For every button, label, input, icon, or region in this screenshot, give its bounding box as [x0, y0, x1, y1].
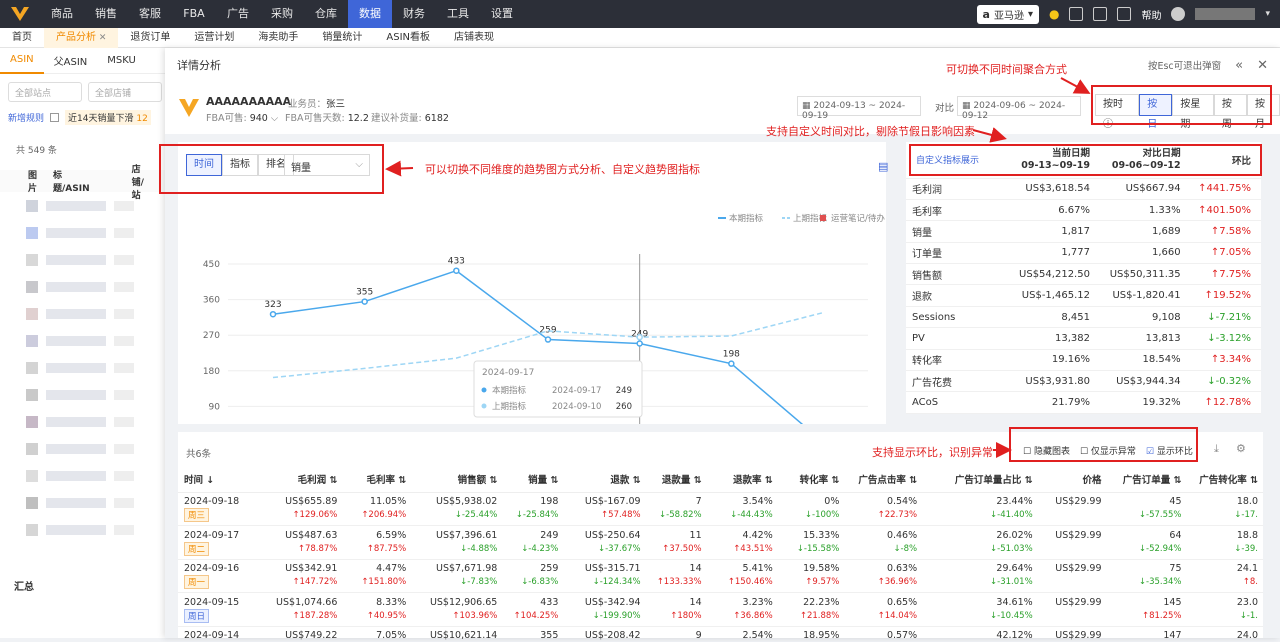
list-item[interactable] [0, 489, 170, 516]
list-item[interactable] [0, 435, 170, 462]
page-tab-1[interactable]: 产品分析 ✕ [44, 27, 119, 48]
grid-icon[interactable] [50, 113, 60, 122]
nav-item-3[interactable]: FBA [172, 0, 216, 28]
nav-item-0[interactable]: 商品 [40, 0, 84, 28]
calendar-icon[interactable] [1117, 7, 1132, 21]
nav-item-8[interactable]: 财务 [392, 0, 436, 28]
nav-item-9[interactable]: 工具 [436, 0, 480, 28]
list-subtabs: ASIN 父ASIN MSKU [0, 48, 170, 74]
top-right-tools: a 亚马逊 ▾ ● 帮助 ▾ [976, 0, 1280, 28]
user-name-blurred[interactable] [1195, 8, 1256, 20]
page-tab-5[interactable]: 销量统计 [310, 28, 374, 48]
annotation-arrows [385, 77, 1091, 458]
marketplace-select[interactable]: a 亚马逊 ▾ [976, 4, 1039, 24]
nav-item-10[interactable]: 设置 [480, 0, 524, 28]
list-item[interactable] [0, 327, 170, 354]
list-item[interactable] [0, 462, 170, 489]
list-header: 图片 标题/ASIN 店铺/站 [0, 165, 170, 201]
list-item[interactable] [0, 516, 170, 543]
document-icon[interactable] [1093, 7, 1108, 21]
list-item[interactable] [0, 219, 170, 246]
chevron-down-icon[interactable]: ▾ [1265, 9, 1270, 19]
tab-close-icon[interactable]: ✕ [96, 33, 107, 43]
list-item[interactable] [0, 354, 170, 381]
help-link[interactable]: 帮助 [1141, 7, 1161, 22]
shop-select[interactable]: 全部店铺 [88, 82, 162, 102]
product-list-panel: ASIN 父ASIN MSKU 全部站点 全部店铺 新增规则 近14天销量下滑 … [0, 48, 170, 638]
subtab-msku[interactable]: MSKU [97, 55, 146, 66]
page-tab-6[interactable]: ASIN看板 [374, 28, 442, 48]
download-icon[interactable] [1069, 7, 1084, 21]
coin-icon[interactable]: ● [1049, 7, 1059, 21]
nav-item-5[interactable]: 采购 [260, 0, 304, 28]
user-avatar[interactable] [1171, 7, 1186, 21]
alert-badge[interactable]: 近14天销量下滑 12 [65, 110, 151, 125]
list-total: 共 549 条 [16, 146, 57, 156]
subtab-asin[interactable]: ASIN [0, 48, 44, 74]
page-tab-bar: 首页 产品分析 ✕ 退货订单 运营计划 海卖助手 销量统计 ASIN看板 店铺表现 [0, 27, 1280, 48]
site-select[interactable]: 全部站点 [8, 82, 82, 102]
page-tab-2[interactable]: 退货订单 [118, 28, 182, 48]
page-tab-7[interactable]: 店铺表现 [442, 28, 506, 48]
page-tab-3[interactable]: 运营计划 [182, 28, 246, 48]
list-item[interactable] [0, 300, 170, 327]
summary-label: 汇总 [14, 582, 34, 593]
nav-item-1[interactable]: 销售 [84, 0, 128, 28]
page-tab-4[interactable]: 海卖助手 [246, 28, 310, 48]
brand-logo-icon[interactable] [0, 0, 40, 28]
detail-analysis-modal: 详情分析 按Esc可退出弹窗 « ✕ AAAAAAAAAA 业务员：张三 FBA… [159, 48, 1280, 641]
nav-item-2[interactable]: 客服 [128, 0, 172, 28]
subtab-parent-asin[interactable]: 父ASIN [44, 53, 98, 68]
list-item[interactable] [0, 246, 170, 273]
list-item[interactable] [0, 381, 170, 408]
top-nav: 商品 销售 客服 FBA 广告 采购 仓库 数据 财务 工具 设置 a 亚马逊 ▾ ● 帮助 ▾ [0, 0, 1280, 28]
page-tab-0[interactable]: 首页 [0, 28, 44, 48]
nav-item-6[interactable]: 仓库 [304, 0, 348, 28]
nav-item-7[interactable]: 数据 [348, 0, 392, 28]
add-rule-link[interactable]: 新增规则 [8, 111, 44, 124]
list-item[interactable] [0, 273, 170, 300]
list-item[interactable] [0, 192, 170, 219]
list-item[interactable] [0, 408, 170, 435]
nav-item-4[interactable]: 广告 [216, 0, 260, 28]
